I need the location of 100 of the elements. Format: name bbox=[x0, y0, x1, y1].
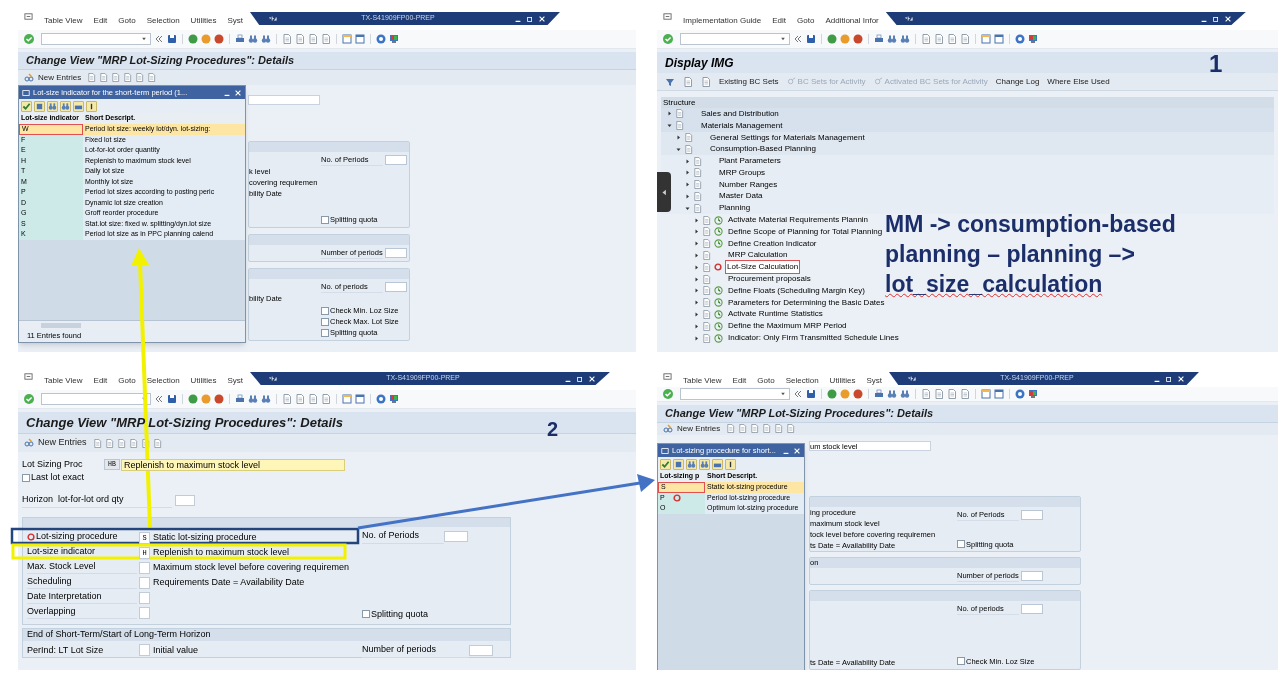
nav-circle-icon[interactable] bbox=[188, 34, 198, 44]
menu-item[interactable]: Selection bbox=[146, 15, 180, 27]
window-icon[interactable] bbox=[994, 388, 1004, 399]
nav-circle-icon[interactable] bbox=[214, 34, 224, 44]
find-icon[interactable] bbox=[887, 388, 897, 399]
help-icon[interactable] bbox=[1015, 388, 1025, 399]
checkbox[interactable] bbox=[957, 657, 965, 666]
new-entries-button[interactable]: New Entries bbox=[24, 71, 82, 84]
close-icon[interactable] bbox=[1223, 14, 1232, 23]
save-icon[interactable] bbox=[806, 34, 816, 44]
menu-item[interactable]: Utilities bbox=[190, 15, 217, 27]
check-icon[interactable] bbox=[24, 394, 34, 404]
menu-item[interactable]: Selection bbox=[146, 375, 180, 387]
double-chevron-icon[interactable] bbox=[154, 394, 164, 404]
check-icon[interactable] bbox=[24, 34, 34, 44]
input-field[interactable] bbox=[139, 644, 150, 657]
menu-item[interactable]: Syst bbox=[866, 375, 882, 387]
page-icon[interactable] bbox=[92, 438, 102, 448]
find-icon[interactable] bbox=[261, 394, 271, 404]
menu-item[interactable]: Table View bbox=[44, 15, 83, 27]
input-field[interactable] bbox=[175, 495, 195, 506]
page-icon[interactable] bbox=[99, 73, 109, 82]
page-icon[interactable] bbox=[934, 388, 944, 399]
new-entries-button[interactable]: New Entries bbox=[24, 436, 87, 450]
input-field[interactable] bbox=[139, 606, 150, 619]
input-field[interactable] bbox=[1021, 510, 1043, 520]
expand-arrow-icon[interactable] bbox=[685, 170, 690, 176]
input-field[interactable] bbox=[469, 644, 493, 656]
expand-arrow-icon[interactable] bbox=[694, 323, 699, 329]
checkbox[interactable] bbox=[22, 473, 30, 482]
window-icon[interactable] bbox=[981, 34, 991, 44]
toolbar-button[interactable]: Existing BC Sets bbox=[719, 75, 779, 88]
page-icon[interactable] bbox=[726, 424, 736, 434]
execute-icon[interactable] bbox=[714, 298, 723, 308]
restore-icon[interactable] bbox=[1211, 14, 1220, 23]
close-icon[interactable] bbox=[537, 14, 546, 23]
expand-arrow-icon[interactable] bbox=[694, 300, 699, 306]
restore-icon[interactable] bbox=[1164, 374, 1173, 383]
nav-circle-icon[interactable] bbox=[827, 34, 837, 44]
save-icon[interactable] bbox=[806, 388, 816, 399]
menu-item[interactable]: Selection bbox=[785, 375, 819, 387]
menu-item[interactable]: Edit bbox=[93, 375, 108, 387]
page-icon[interactable] bbox=[128, 438, 138, 448]
input-field[interactable] bbox=[385, 282, 407, 292]
menu-item[interactable]: Utilities bbox=[190, 375, 217, 387]
close-icon[interactable] bbox=[1176, 374, 1185, 383]
help-icon[interactable] bbox=[376, 34, 386, 44]
check-icon[interactable] bbox=[22, 101, 31, 111]
nav-circle-icon[interactable] bbox=[827, 388, 837, 399]
expand-arrow-icon[interactable] bbox=[685, 205, 690, 211]
monitor-icon[interactable] bbox=[1028, 388, 1038, 399]
page-icon[interactable] bbox=[295, 394, 305, 404]
page-icon[interactable] bbox=[282, 34, 292, 44]
page-icon[interactable] bbox=[934, 34, 944, 44]
tree-item[interactable]: Activate Runtime Statistics bbox=[726, 307, 825, 322]
input-field[interactable] bbox=[385, 248, 407, 258]
check-icon[interactable] bbox=[663, 34, 673, 44]
close-icon[interactable] bbox=[234, 88, 242, 97]
menu-item[interactable]: Utilities bbox=[829, 375, 856, 387]
toolbar-button[interactable]: Where Else Used bbox=[1047, 75, 1110, 88]
filter-icon[interactable] bbox=[665, 76, 675, 87]
tree-item[interactable]: Materials Management bbox=[699, 118, 785, 133]
window-icon[interactable] bbox=[342, 34, 352, 44]
tree-item[interactable]: Indicator: Only Firm Transmitted Schedule Lines bbox=[726, 331, 901, 346]
print-icon[interactable] bbox=[874, 388, 884, 399]
menu-icon[interactable] bbox=[24, 12, 33, 21]
expand-arrow-icon[interactable] bbox=[694, 311, 699, 317]
tree-item[interactable]: Parameters for Determining the Basic Dates bbox=[726, 295, 887, 310]
menu-icon[interactable] bbox=[663, 12, 672, 21]
page-icon[interactable] bbox=[135, 73, 145, 82]
nav-circle-icon[interactable] bbox=[214, 394, 224, 404]
menu-item[interactable]: Syst bbox=[227, 375, 243, 387]
input-field[interactable]: Replenish to maximum stock level bbox=[121, 458, 345, 471]
tree-item[interactable]: Define the Maximum MRP Period bbox=[726, 319, 849, 334]
page-icon[interactable] bbox=[104, 438, 114, 448]
menu-item[interactable]: Edit bbox=[772, 15, 787, 27]
tree-item[interactable]: Planning bbox=[717, 201, 753, 216]
cancel-icon[interactable] bbox=[35, 101, 44, 111]
save-icon[interactable] bbox=[167, 34, 177, 44]
page-icon[interactable] bbox=[147, 73, 157, 82]
expand-arrow-icon[interactable] bbox=[694, 264, 699, 270]
command-field[interactable] bbox=[41, 33, 151, 45]
expand-arrow-icon[interactable] bbox=[694, 241, 699, 247]
checkbox[interactable] bbox=[321, 317, 329, 326]
expand-arrow-icon[interactable] bbox=[694, 217, 699, 223]
window-icon[interactable] bbox=[994, 34, 1004, 44]
execute-icon[interactable] bbox=[714, 333, 723, 343]
menu-item[interactable]: Additional Infor bbox=[825, 15, 879, 27]
double-chevron-icon[interactable] bbox=[793, 34, 803, 44]
close-icon[interactable] bbox=[793, 446, 801, 455]
nav-circle-icon[interactable] bbox=[201, 34, 211, 44]
page-icon[interactable] bbox=[762, 424, 772, 434]
new-entries-button[interactable]: New Entries bbox=[663, 422, 721, 435]
page-icon[interactable] bbox=[774, 424, 784, 434]
window-icon[interactable] bbox=[342, 394, 352, 404]
find-icon[interactable] bbox=[61, 101, 70, 111]
expand-all-icon[interactable] bbox=[683, 76, 693, 87]
help-icon[interactable] bbox=[1015, 34, 1025, 44]
expand-arrow-icon[interactable] bbox=[694, 335, 699, 341]
page-icon[interactable] bbox=[786, 424, 796, 434]
